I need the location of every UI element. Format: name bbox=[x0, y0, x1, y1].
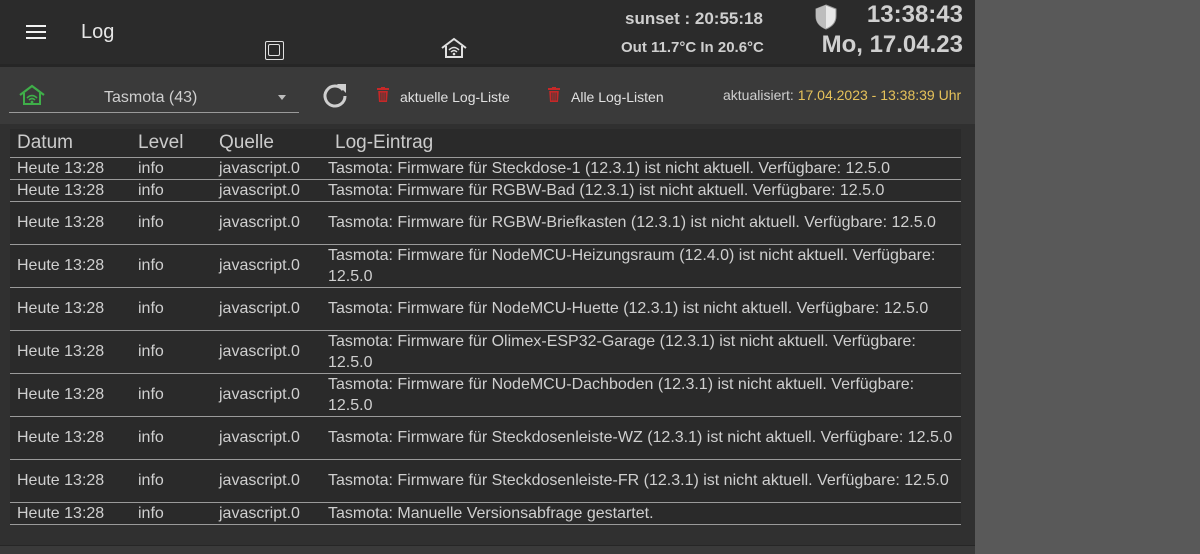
cell-quelle: javascript.0 bbox=[212, 201, 328, 245]
delete-current-log-label: aktuelle Log-Liste bbox=[400, 89, 510, 105]
delete-current-log-button[interactable]: aktuelle Log-Liste bbox=[377, 86, 517, 108]
power-outlet-icon[interactable] bbox=[265, 41, 284, 60]
cell-log-entry: Tasmota: Firmware für Steckdosenleiste-F… bbox=[328, 459, 961, 503]
log-table-body: Heute 13:28 info javascript.0 Tasmota: Firm… bbox=[10, 157, 961, 525]
cell-datum: Heute 13:28 bbox=[10, 459, 131, 503]
cell-level: info bbox=[131, 330, 212, 374]
trash-icon bbox=[548, 87, 560, 102]
table-row: Heute 13:28 info javascript.0 Tasmota: Firm… bbox=[10, 157, 961, 180]
table-row: Heute 13:28 info javascript.0 Tasmota: Firm… bbox=[10, 201, 961, 245]
header-bar: Log sunset : 20:55:18 Out 11.7°C In 20.6… bbox=[0, 0, 975, 64]
last-updated-value: 17.04.2023 - 13:38:39 Uhr bbox=[797, 87, 962, 103]
page-title: Log bbox=[81, 21, 115, 43]
table-row: Heute 13:28 info javascript.0 Tasmota: Firm… bbox=[10, 373, 961, 417]
sunset-time: sunset : 20:55:18 bbox=[625, 9, 763, 28]
cell-datum: Heute 13:28 bbox=[10, 373, 131, 417]
column-header-quelle[interactable]: Quelle bbox=[212, 129, 328, 158]
table-header-row: Datum Level Quelle Log-Eintrag bbox=[10, 129, 961, 158]
refresh-icon[interactable] bbox=[321, 81, 349, 109]
chevron-down-icon bbox=[278, 95, 286, 100]
table-row: Heute 13:28 info javascript.0 Tasmota: Firm… bbox=[10, 287, 961, 331]
log-toolbar: Tasmota (43) aktuelle Log-Liste Alle Log… bbox=[0, 64, 975, 124]
table-row: Heute 13:28 info javascript.0 Tasmota: Manu… bbox=[10, 502, 961, 525]
cell-level: info bbox=[131, 459, 212, 503]
cell-quelle: javascript.0 bbox=[212, 373, 328, 417]
cell-datum: Heute 13:28 bbox=[10, 201, 131, 245]
tasmota-icon bbox=[19, 84, 45, 105]
cell-quelle: javascript.0 bbox=[212, 287, 328, 331]
cell-log-entry: Tasmota: Firmware für Olimex-ESP32-Garag… bbox=[328, 330, 961, 374]
cell-level: info bbox=[131, 502, 212, 525]
cell-level: info bbox=[131, 287, 212, 331]
cell-quelle: javascript.0 bbox=[212, 459, 328, 503]
current-time: 13:38:43 bbox=[866, 1, 963, 28]
cell-quelle: javascript.0 bbox=[212, 157, 328, 180]
cell-level: info bbox=[131, 244, 212, 288]
log-table: Datum Level Quelle Log-Eintrag Heute 13:… bbox=[10, 129, 961, 525]
cell-log-entry: Tasmota: Firmware für RGBW-Bad (12.3.1) … bbox=[328, 179, 961, 202]
hamburger-menu-icon[interactable] bbox=[26, 25, 46, 41]
cell-datum: Heute 13:28 bbox=[10, 287, 131, 331]
app-panel: Log sunset : 20:55:18 Out 11.7°C In 20.6… bbox=[0, 0, 975, 554]
smart-home-icon[interactable] bbox=[440, 37, 468, 59]
cell-log-entry: Tasmota: Firmware für NodeMCU-Huette (12… bbox=[328, 287, 961, 331]
adapter-select[interactable]: Tasmota (43) bbox=[9, 83, 299, 113]
cell-datum: Heute 13:28 bbox=[10, 416, 131, 460]
cell-datum: Heute 13:28 bbox=[10, 330, 131, 374]
trash-icon bbox=[377, 87, 389, 102]
table-row: Heute 13:28 info javascript.0 Tasmota: Firm… bbox=[10, 416, 961, 460]
cell-log-entry: Tasmota: Firmware für NodeMCU-Dachboden … bbox=[328, 373, 961, 417]
cell-level: info bbox=[131, 373, 212, 417]
cell-log-entry: Tasmota: Firmware für Steckdose-1 (12.3.… bbox=[328, 157, 961, 180]
cell-log-entry: Tasmota: Firmware für NodeMCU-Heizungsra… bbox=[328, 244, 961, 288]
table-row: Heute 13:28 info javascript.0 Tasmota: Firm… bbox=[10, 330, 961, 374]
cell-level: info bbox=[131, 416, 212, 460]
current-date: Mo, 17.04.23 bbox=[821, 31, 963, 58]
cell-level: info bbox=[131, 157, 212, 180]
last-updated: aktualisiert: 17.04.2023 - 13:38:39 Uhr bbox=[723, 87, 961, 103]
table-row: Heute 13:28 info javascript.0 Tasmota: Firm… bbox=[10, 459, 961, 503]
shield-icon[interactable] bbox=[814, 4, 838, 30]
cell-level: info bbox=[131, 201, 212, 245]
cell-datum: Heute 13:28 bbox=[10, 157, 131, 180]
delete-all-logs-label: Alle Log-Listen bbox=[571, 89, 664, 105]
column-header-datum[interactable]: Datum bbox=[10, 129, 131, 158]
column-header-level[interactable]: Level bbox=[131, 129, 212, 158]
table-row: Heute 13:28 info javascript.0 Tasmota: Firm… bbox=[10, 179, 961, 202]
cell-quelle: javascript.0 bbox=[212, 502, 328, 525]
cell-datum: Heute 13:28 bbox=[10, 244, 131, 288]
delete-all-logs-button[interactable]: Alle Log-Listen bbox=[548, 86, 672, 108]
cell-datum: Heute 13:28 bbox=[10, 502, 131, 525]
last-updated-label: aktualisiert: bbox=[723, 87, 798, 103]
cell-level: info bbox=[131, 179, 212, 202]
cell-quelle: javascript.0 bbox=[212, 244, 328, 288]
bottom-bar bbox=[0, 545, 975, 554]
cell-quelle: javascript.0 bbox=[212, 416, 328, 460]
cell-quelle: javascript.0 bbox=[212, 179, 328, 202]
adapter-select-value: Tasmota (43) bbox=[104, 89, 198, 106]
temperature-readout: Out 11.7°C In 20.6°C bbox=[621, 39, 764, 56]
cell-log-entry: Tasmota: Firmware für Steckdosenleiste-W… bbox=[328, 416, 961, 460]
column-header-log-eintrag[interactable]: Log-Eintrag bbox=[328, 129, 961, 158]
cell-log-entry: Tasmota: Manuelle Versionsabfrage gestar… bbox=[328, 502, 961, 525]
cell-quelle: javascript.0 bbox=[212, 330, 328, 374]
cell-datum: Heute 13:28 bbox=[10, 179, 131, 202]
table-row: Heute 13:28 info javascript.0 Tasmota: Firm… bbox=[10, 244, 961, 288]
cell-log-entry: Tasmota: Firmware für RGBW-Briefkasten (… bbox=[328, 201, 961, 245]
